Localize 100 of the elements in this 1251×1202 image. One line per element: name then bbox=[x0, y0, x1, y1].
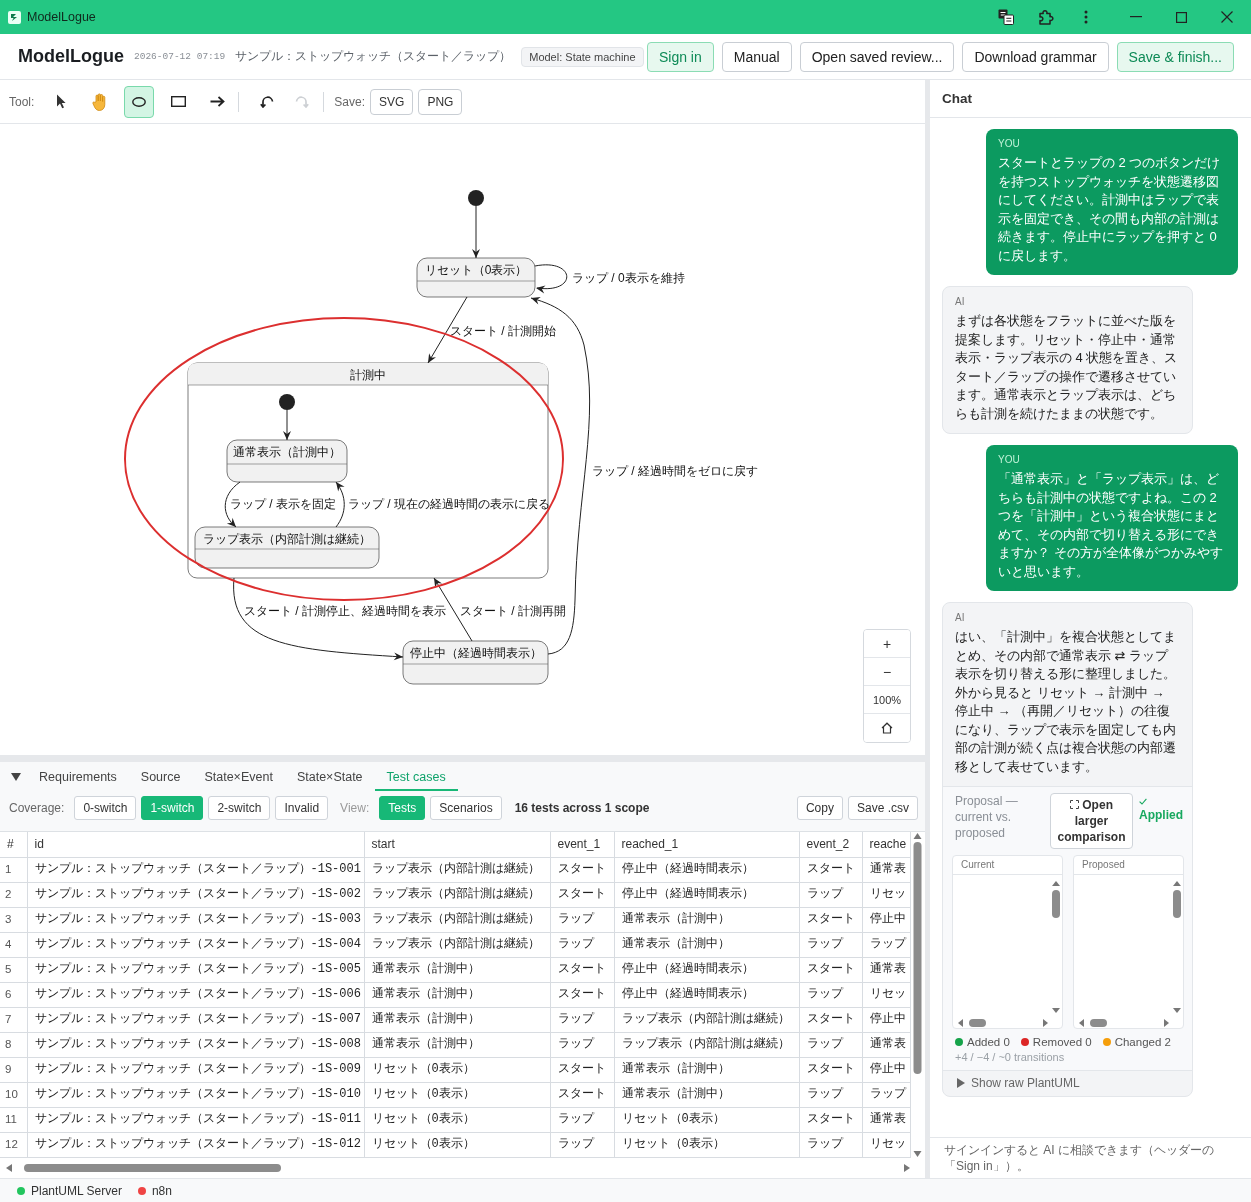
table-cell: スタート bbox=[550, 1057, 614, 1083]
zoom-in-button[interactable]: + bbox=[864, 630, 910, 658]
table-cell: 通常表 bbox=[862, 957, 910, 983]
sign-in-button[interactable]: Sign in bbox=[646, 41, 714, 72]
sign-in-hint: サインインすると AI に相談できます（ヘッダーの「Sign in」）。 bbox=[944, 1142, 1215, 1174]
timestamp: 2026-07-12 07:19 bbox=[134, 51, 226, 62]
panel-tab[interactable]: State×Event bbox=[192, 762, 285, 791]
initial-transition-arrow bbox=[472, 205, 480, 259]
table-cell: ラップ bbox=[550, 1107, 614, 1133]
table-cell: スタート bbox=[550, 957, 614, 983]
resize-handle[interactable] bbox=[0, 755, 925, 762]
coverage-option-button[interactable]: 0-switch bbox=[74, 796, 137, 820]
table-cell: スタート bbox=[550, 982, 614, 1008]
rectangle-icon bbox=[170, 96, 186, 107]
table-cell: スタート bbox=[799, 957, 862, 983]
save-label: Save: bbox=[334, 94, 366, 109]
table-cell: リセット（0表示） bbox=[364, 1107, 550, 1133]
table-cell: 停止中（経過時間表示） bbox=[614, 982, 799, 1008]
download-grammar-button[interactable]: Download grammar bbox=[962, 41, 1109, 72]
panel-tab[interactable]: Source bbox=[128, 762, 193, 791]
table-cell: ラップ bbox=[799, 932, 862, 958]
table-cell: ラップ表示（内部計測は継続） bbox=[614, 1032, 799, 1058]
legend-label: Removed 0 bbox=[1032, 1036, 1092, 1048]
table-cell: スタート bbox=[550, 1082, 614, 1108]
resize-handle[interactable] bbox=[925, 80, 930, 1178]
column-header: # bbox=[0, 832, 27, 857]
table-cell: サンプル：ストップウォッチ（スタート／ラップ）-1S-011 bbox=[27, 1107, 364, 1133]
collapse-caret-icon[interactable] bbox=[11, 772, 21, 781]
initial-transition-arrow bbox=[283, 409, 291, 441]
minimize-icon[interactable] bbox=[1130, 16, 1142, 18]
more-options-icon[interactable] bbox=[1084, 10, 1088, 24]
transition-arrow bbox=[534, 264, 568, 294]
show-raw-plantuml-button[interactable]: Show raw PlantUML bbox=[943, 1070, 1192, 1096]
panel-tab[interactable]: Requirements bbox=[27, 762, 129, 791]
column-header: start bbox=[364, 832, 550, 857]
table-cell: 通常表示（計測中） bbox=[364, 1007, 550, 1033]
close-icon[interactable] bbox=[1221, 11, 1233, 23]
vertical-scrollbar[interactable] bbox=[1051, 880, 1061, 1014]
vertical-scrollbar[interactable] bbox=[1172, 880, 1182, 1014]
table-cell: 通常表示（計測中） bbox=[364, 957, 550, 983]
table-cell: ラップ bbox=[799, 1032, 862, 1058]
view-option-button[interactable]: Scenarios bbox=[430, 796, 502, 820]
row-number: 2 bbox=[0, 882, 27, 908]
save-png-button[interactable]: PNG bbox=[418, 88, 463, 115]
table-cell: スタート bbox=[799, 907, 862, 933]
coverage-option-button[interactable]: Invalid bbox=[275, 796, 329, 820]
ellipse-tool-button[interactable] bbox=[124, 85, 155, 118]
row-number: 3 bbox=[0, 907, 27, 933]
save-csv-button[interactable]: Save .csv bbox=[847, 796, 918, 820]
puzzle-piece-icon[interactable] bbox=[1038, 9, 1054, 25]
row-number: 10 bbox=[0, 1082, 27, 1108]
vertical-scrollbar[interactable] bbox=[912, 832, 922, 1158]
applied-status: Applied bbox=[1139, 808, 1183, 822]
table-cell: リセット（0表示） bbox=[614, 1132, 799, 1158]
legend-label: Added 0 bbox=[967, 1036, 1010, 1048]
table-cell: ラップ表示（内部計測は継続） bbox=[364, 857, 550, 883]
table-cell: 通常表示（計測中） bbox=[614, 907, 799, 933]
manual-button[interactable]: Manual bbox=[721, 41, 792, 72]
table-cell: ラップ bbox=[799, 882, 862, 908]
copy-button[interactable]: Copy bbox=[796, 796, 843, 820]
open-comparison-button[interactable]: Open larger comparison bbox=[1049, 793, 1133, 849]
table-cell: ラップ表示（内部計測は継続） bbox=[364, 882, 550, 908]
message-text: まずは各状態をフラットに並べた版を提案します。リセット・停止中・通常表示・ラップ表示の 4 状態を置き、スタート／ラップの操作で遷移させています。通常表示とラップ表示は、どちらも計測を続けたままの状態です。 bbox=[955, 312, 1179, 423]
table-cell: ラップ表示（内部計測は継続） bbox=[364, 932, 550, 958]
table-cell: サンプル：ストップウォッチ（スタート／ラップ）-1S-001 bbox=[27, 857, 364, 883]
transition-arrow bbox=[335, 481, 345, 528]
save-finish-button[interactable]: Save & finish... bbox=[1116, 41, 1234, 72]
table-cell: 通常表 bbox=[862, 857, 910, 883]
save-svg-button[interactable]: SVG bbox=[370, 88, 414, 115]
app-name: ModelLogue bbox=[18, 46, 124, 67]
table-cell: ラップ bbox=[550, 1007, 614, 1033]
table-cell: サンプル：ストップウォッチ（スタート／ラップ）-1S-005 bbox=[27, 957, 364, 983]
table-cell: 停止中 bbox=[862, 1007, 910, 1033]
table-cell: 通常表 bbox=[862, 1107, 910, 1133]
panel-tab[interactable]: State×State bbox=[284, 762, 375, 791]
table-cell: リセッ bbox=[862, 982, 910, 1008]
table-cell: 通常表示（計測中） bbox=[364, 1032, 550, 1058]
table-cell: スタート bbox=[550, 882, 614, 908]
table-cell: 通常表示（計測中） bbox=[614, 932, 799, 958]
model-type-badge: Model: State machine bbox=[521, 46, 644, 67]
row-number: 11 bbox=[0, 1107, 27, 1133]
state-node: リセット（0表示） bbox=[416, 257, 536, 298]
window-title: ModelLogue bbox=[27, 10, 96, 24]
table-cell: サンプル：ストップウォッチ（スタート／ラップ）-1S-006 bbox=[27, 982, 364, 1008]
horizontal-scrollbar[interactable] bbox=[957, 1018, 1049, 1028]
table-cell: サンプル：ストップウォッチ（スタート／ラップ）-1S-008 bbox=[27, 1032, 364, 1058]
transition-label: スタート / 計測停止、経過時間を表示 bbox=[244, 604, 446, 618]
arrow-right-icon bbox=[209, 96, 225, 107]
table-cell: 停止中 bbox=[862, 1057, 910, 1083]
open-saved-review-button[interactable]: Open saved review... bbox=[799, 41, 955, 72]
maximize-icon[interactable] bbox=[1176, 11, 1187, 23]
horizontal-scrollbar[interactable] bbox=[1078, 1018, 1170, 1028]
coverage-option-button[interactable]: 2-switch bbox=[208, 796, 271, 820]
row-number: 6 bbox=[0, 982, 27, 1008]
table-cell: 停止中（経過時間表示） bbox=[614, 957, 799, 983]
table-cell: ラップ bbox=[862, 932, 910, 958]
translate-icon[interactable] bbox=[998, 9, 1014, 25]
app-logo-icon bbox=[8, 10, 21, 24]
transition-arrow bbox=[433, 577, 473, 642]
view-label: View: bbox=[340, 800, 370, 817]
